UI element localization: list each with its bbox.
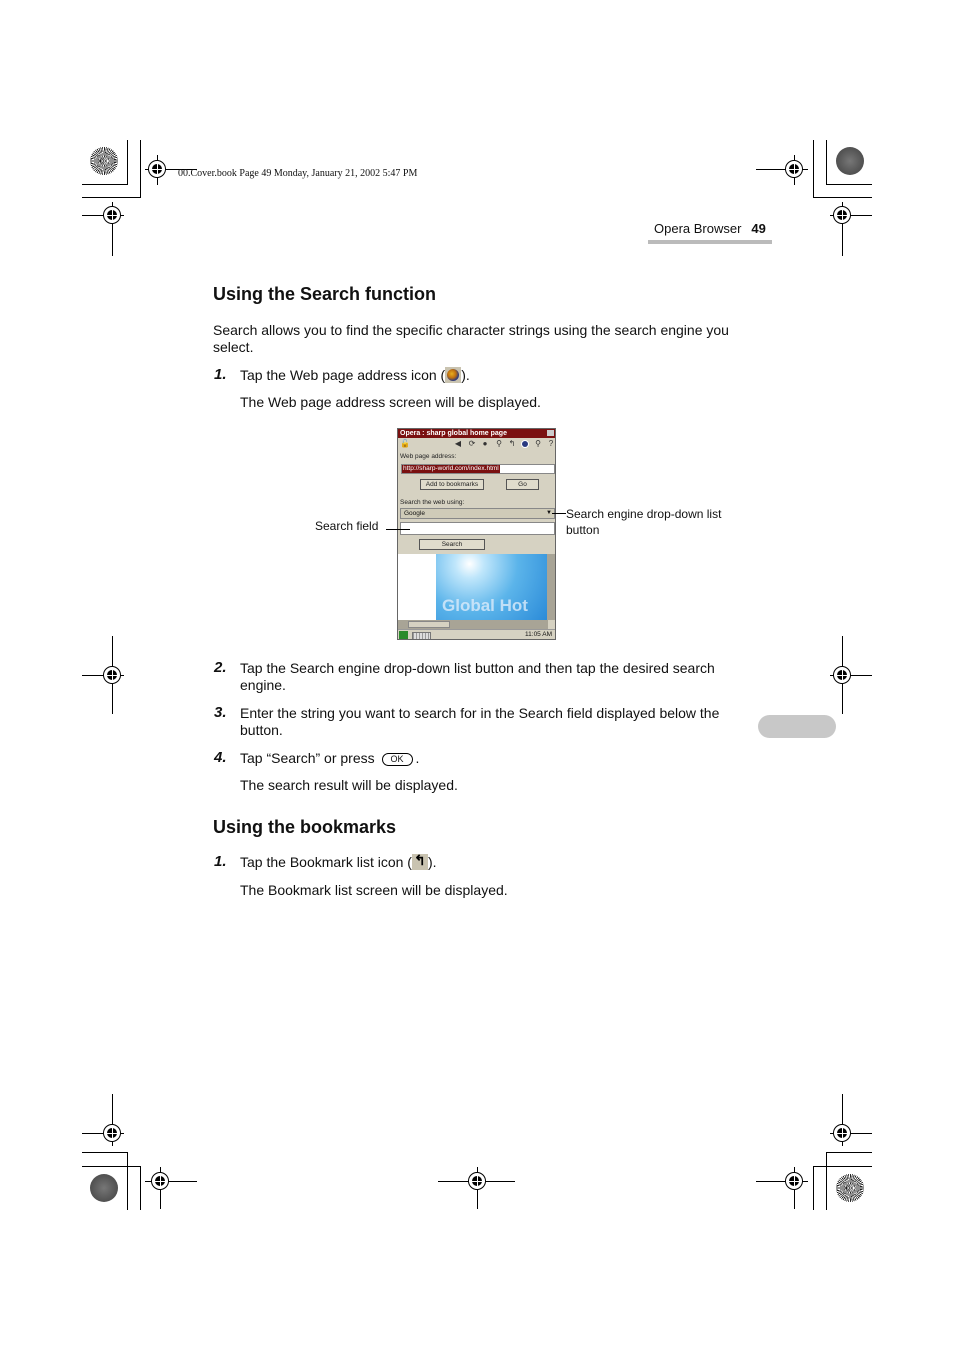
registration-disc-top-right xyxy=(836,147,864,175)
running-header: Opera Browser 49 xyxy=(654,221,766,236)
close-icon[interactable] xyxy=(547,430,554,436)
section-name: Opera Browser xyxy=(654,221,742,236)
reload-icon[interactable]: ⟳ xyxy=(468,440,476,448)
registration-target xyxy=(103,666,121,684)
step-4-text: Tap “Search” or press OK. xyxy=(240,750,419,767)
bookmark-list-icon xyxy=(411,852,428,870)
step-1-text: Tap the Web page address icon (). xyxy=(240,367,470,384)
crop-line xyxy=(140,1166,141,1210)
step-text: ). xyxy=(461,367,470,383)
address-input[interactable]: http://sharp-world.com/index.html xyxy=(401,464,555,474)
registration-target xyxy=(833,206,851,224)
search-engine-label: Search the web using: xyxy=(400,499,465,506)
help-icon[interactable]: ? xyxy=(547,440,555,448)
crop-line xyxy=(127,1152,128,1210)
step-number: 2. xyxy=(214,659,227,676)
crop-line xyxy=(140,140,141,198)
step-number: 1. xyxy=(214,366,227,383)
step-2-text: Tap the Search engine drop-down list but… xyxy=(240,660,715,693)
lock-icon[interactable]: 🔓 xyxy=(400,440,410,448)
step-text: Tap “Search” or press xyxy=(240,750,375,766)
crop-line xyxy=(826,140,827,184)
step-number: 1. xyxy=(214,853,227,870)
callout-search-field: Search field xyxy=(315,519,379,533)
search-engine-selected: Google xyxy=(404,510,425,517)
callout-dropdown: Search engine drop-down list button xyxy=(566,507,722,537)
page-number: 49 xyxy=(751,221,766,236)
crop-line xyxy=(127,140,128,184)
crop-line xyxy=(813,1166,872,1167)
step-text: ). xyxy=(427,854,437,870)
step-3-text: Enter the string you want to search for … xyxy=(240,705,720,738)
crop-line xyxy=(82,1166,141,1167)
bookmark-icon[interactable]: ↰ xyxy=(508,440,516,448)
registration-target xyxy=(148,160,166,178)
crop-line xyxy=(813,1166,814,1210)
taskbar: 11:05 AM xyxy=(398,629,555,639)
registration-disc-top-left xyxy=(90,147,118,175)
bookmark-step-1-result: The Bookmark list screen will be display… xyxy=(240,882,508,898)
registration-target xyxy=(151,1172,169,1190)
keyboard-icon[interactable] xyxy=(412,632,431,639)
step-text: . xyxy=(415,750,420,766)
search-intro: Search allows you to find the specific c… xyxy=(213,322,729,355)
section-title-bookmarks: Using the bookmarks xyxy=(213,817,397,837)
print-file-info: 00.Cover.book Page 49 Monday, January 21… xyxy=(178,168,418,179)
registration-target xyxy=(468,1172,486,1190)
vertical-scrollbar[interactable] xyxy=(547,554,555,620)
banner-image: Global Hot xyxy=(436,554,548,620)
address-label: Web page address: xyxy=(400,453,457,460)
device-screenshot: Opera : sharp global home page 🔓 ◀ ⟳ ● ⚲… xyxy=(397,428,556,640)
registration-target xyxy=(103,1124,121,1142)
crop-line xyxy=(826,1152,827,1210)
registration-target xyxy=(785,1172,803,1190)
step-number: 4. xyxy=(214,749,227,766)
crop-line xyxy=(826,184,872,185)
registration-target xyxy=(103,206,121,224)
search-icon[interactable]: ⚲ xyxy=(534,440,542,448)
bookmark-step-1-text: Tap the Bookmark list icon (). xyxy=(240,852,437,871)
clock: 11:05 AM xyxy=(525,631,552,638)
callout-line xyxy=(552,513,566,514)
crop-line xyxy=(813,197,872,198)
search-engine-dropdown[interactable]: Google ▼ xyxy=(400,508,555,519)
settings-icon[interactable]: ⚲ xyxy=(495,440,503,448)
start-icon[interactable] xyxy=(399,631,408,639)
step-4-result: The search result will be displayed. xyxy=(240,777,458,793)
stop-icon[interactable]: ● xyxy=(481,440,489,448)
step-text: Tap the Web page address icon ( xyxy=(240,367,446,383)
page-content: Global Hot xyxy=(398,554,548,620)
globe-icon xyxy=(445,367,462,383)
browser-toolbar: 🔓 ◀ ⟳ ● ⚲ ↰ ⚲ ? xyxy=(398,439,555,450)
scroll-thumb[interactable] xyxy=(408,621,450,628)
registration-target xyxy=(785,160,803,178)
go-button[interactable]: Go xyxy=(506,479,539,490)
address-value: http://sharp-world.com/index.html xyxy=(402,465,500,473)
crop-line xyxy=(82,197,141,198)
crop-line xyxy=(82,1152,128,1153)
crop-line xyxy=(826,1152,872,1153)
add-to-bookmarks-button[interactable]: Add to bookmarks xyxy=(420,479,484,490)
registration-disc-bottom-right xyxy=(836,1174,864,1202)
header-rule xyxy=(648,240,772,244)
step-1-result: The Web page address screen will be disp… xyxy=(240,394,541,410)
chapter-tab xyxy=(758,715,836,738)
ok-key-icon: OK xyxy=(381,753,413,766)
crop-line xyxy=(82,184,128,185)
horizontal-scrollbar[interactable] xyxy=(398,620,548,629)
banner-text: Global Hot xyxy=(442,596,528,615)
search-button[interactable]: Search xyxy=(419,539,485,550)
registration-target xyxy=(833,1124,851,1142)
registration-target xyxy=(833,666,851,684)
step-number: 3. xyxy=(214,704,227,721)
window-title: Opera : sharp global home page xyxy=(398,429,555,438)
globe-icon[interactable] xyxy=(521,440,529,448)
search-field[interactable] xyxy=(400,522,555,535)
registration-disc-bottom-left xyxy=(90,1174,118,1202)
step-text: Tap the Bookmark list icon ( xyxy=(240,854,412,870)
back-icon[interactable]: ◀ xyxy=(454,440,462,448)
section-title-search: Using the Search function xyxy=(213,284,437,304)
callout-line xyxy=(386,529,410,530)
crop-line xyxy=(813,140,814,198)
